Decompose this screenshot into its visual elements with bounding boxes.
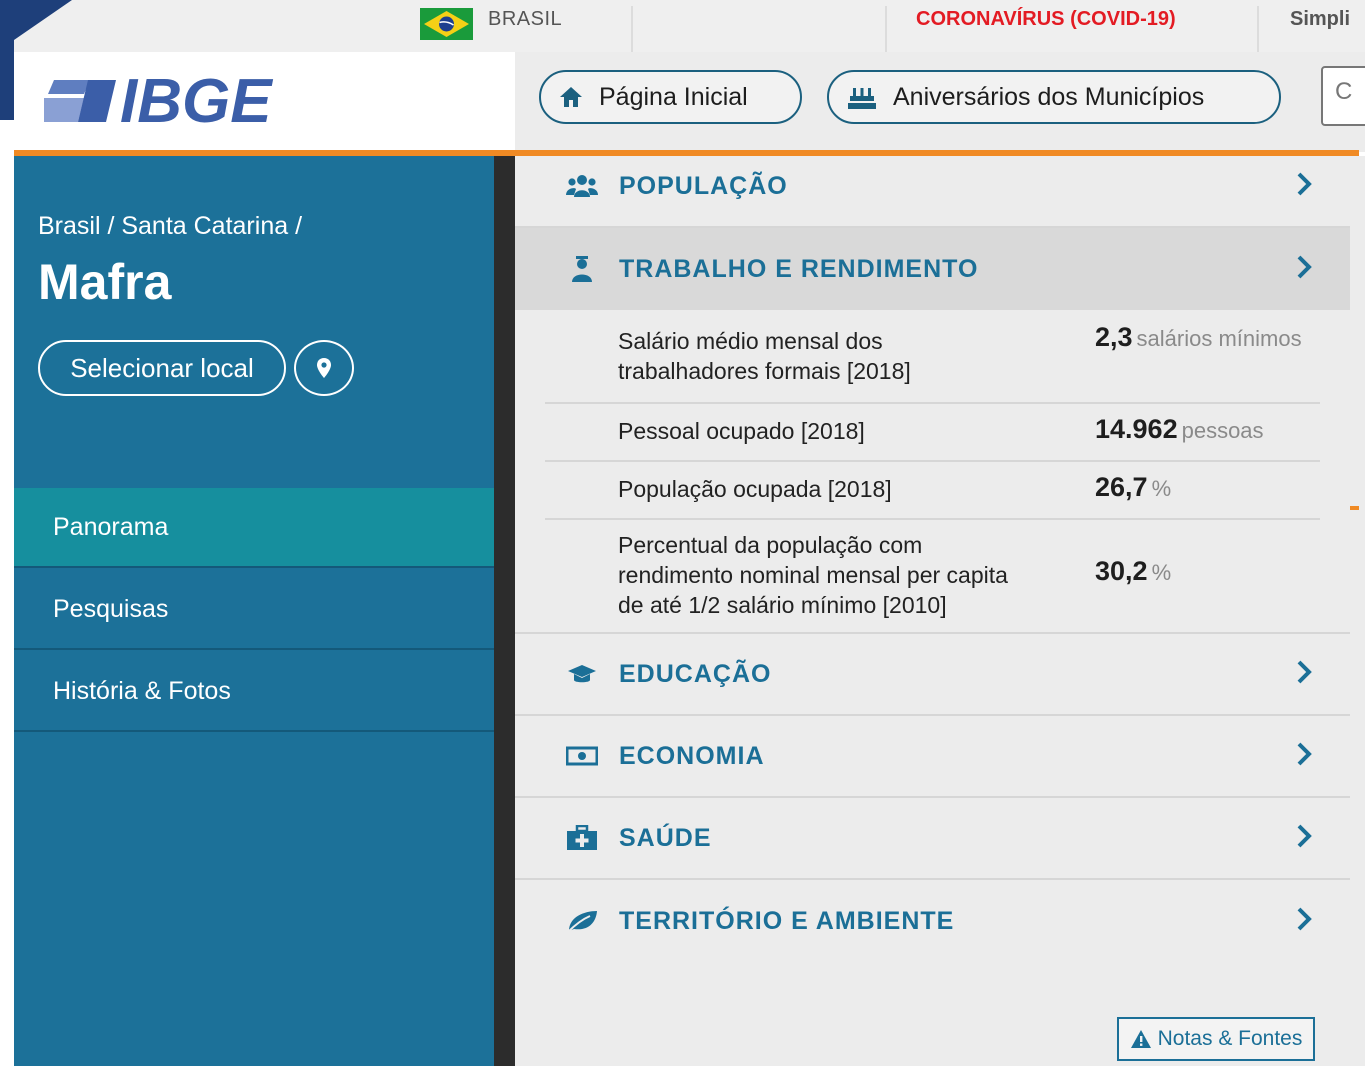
home-button[interactable]: Página Inicial bbox=[539, 70, 802, 124]
warning-icon bbox=[1130, 1030, 1151, 1048]
graduation-cap-icon bbox=[565, 659, 599, 689]
logo-text: IBGE bbox=[120, 70, 273, 132]
location-pin-button[interactable] bbox=[294, 340, 354, 396]
indicator-unit: % bbox=[1151, 476, 1172, 501]
chevron-right-icon bbox=[1295, 171, 1313, 202]
search-input[interactable]: C bbox=[1321, 66, 1365, 126]
brazil-flag-icon bbox=[420, 8, 473, 40]
map-pin-icon bbox=[317, 358, 331, 378]
indicator-label: Pessoal ocupado [2018] bbox=[618, 416, 865, 446]
corner-shape-icon bbox=[0, 0, 95, 120]
sidebar-item-pesquisas[interactable]: Pesquisas bbox=[14, 570, 494, 650]
indicator-number: 14.962 bbox=[1095, 414, 1178, 444]
home-label: Página Inicial bbox=[599, 82, 748, 111]
category-populacao[interactable]: POPULAÇÃO bbox=[515, 146, 1350, 228]
birthday-cake-icon bbox=[847, 84, 877, 110]
anniversaries-label: Aniversários dos Municípios bbox=[893, 82, 1205, 111]
category-educacao[interactable]: EDUCAÇÃO bbox=[515, 632, 1350, 716]
indicator-unit: % bbox=[1151, 560, 1172, 585]
indicator-label: População ocupada [2018] bbox=[618, 474, 892, 504]
chevron-right-icon bbox=[1295, 741, 1313, 772]
sidebar-item-historia-fotos[interactable]: História & Fotos bbox=[14, 652, 494, 732]
category-territorio-ambiente[interactable]: TERRITÓRIO E AMBIENTE bbox=[515, 880, 1350, 962]
category-label: SAÚDE bbox=[619, 823, 712, 852]
divider bbox=[631, 6, 633, 52]
medkit-icon bbox=[565, 823, 599, 853]
indicator-unit: pessoas bbox=[1181, 418, 1264, 443]
indicator-value: 14.962 pessoas bbox=[1095, 414, 1264, 445]
indicator-value: 2,3 salários mínimos bbox=[1095, 322, 1302, 353]
indicator-label-line: de até 1/2 salário mínimo [2010] bbox=[618, 592, 947, 618]
sidebar-item-label: Panorama bbox=[53, 512, 169, 541]
city-title: Mafra bbox=[38, 254, 172, 310]
select-location-button[interactable]: Selecionar local bbox=[38, 340, 286, 396]
indicator-label-line: rendimento nominal mensal per capita bbox=[618, 562, 1008, 588]
indicator-label-line: Percentual da população com bbox=[618, 532, 923, 558]
worker-icon bbox=[565, 254, 599, 284]
select-location-label: Selecionar local bbox=[70, 352, 254, 383]
chevron-right-icon bbox=[1295, 823, 1313, 854]
divider bbox=[1257, 6, 1259, 52]
breadcrumb[interactable]: Brasil / Santa Catarina / bbox=[38, 212, 302, 241]
leaf-icon bbox=[565, 906, 599, 936]
accent-tick bbox=[1350, 506, 1359, 510]
anniversaries-button[interactable]: Aniversários dos Municípios bbox=[827, 70, 1281, 124]
category-label: POPULAÇÃO bbox=[619, 171, 788, 200]
indicator-label-line: Pessoal ocupado [2018] bbox=[618, 418, 865, 444]
chevron-right-icon bbox=[1295, 906, 1313, 937]
notes-sources-button[interactable]: Notas & Fontes bbox=[1117, 1017, 1315, 1061]
indicator-label-line: População ocupada [2018] bbox=[618, 476, 892, 502]
category-label: TRABALHO E RENDIMENTO bbox=[619, 254, 979, 283]
sidebar-edge bbox=[494, 156, 515, 1066]
indicator-unit: salários mínimos bbox=[1136, 326, 1302, 351]
chevron-right-icon bbox=[1295, 659, 1313, 690]
covid-link[interactable]: CORONAVÍRUS (COVID-19) bbox=[916, 8, 1176, 31]
chevron-right-icon bbox=[1295, 254, 1313, 285]
category-trabalho-rendimento[interactable]: TRABALHO E RENDIMENTO bbox=[515, 228, 1350, 310]
category-label: ECONOMIA bbox=[619, 741, 765, 770]
notes-sources-label: Notas & Fontes bbox=[1157, 1027, 1303, 1050]
indicator-label: Percentual da população com rendimento n… bbox=[618, 530, 1008, 620]
indicator-label-line: trabalhadores formais [2018] bbox=[618, 358, 911, 384]
category-saude[interactable]: SAÚDE bbox=[515, 798, 1350, 880]
simplifique-link[interactable]: Simpli bbox=[1290, 8, 1350, 31]
indicator-number: 2,3 bbox=[1095, 322, 1133, 352]
home-icon bbox=[559, 86, 583, 108]
category-economia[interactable]: ECONOMIA bbox=[515, 716, 1350, 798]
top-bar: BRASIL CORONAVÍRUS (COVID-19) Simpli bbox=[0, 0, 1365, 53]
category-label: EDUCAÇÃO bbox=[619, 659, 772, 688]
indicator-number: 30,2 bbox=[1095, 556, 1148, 586]
sidebar-item-panorama[interactable]: Panorama bbox=[14, 488, 494, 568]
indicator-value: 26,7% bbox=[1095, 472, 1171, 503]
sidebar-item-label: História & Fotos bbox=[53, 676, 231, 705]
indicator-label-line: Salário médio mensal dos bbox=[618, 328, 883, 354]
people-icon bbox=[565, 171, 599, 201]
money-icon bbox=[565, 741, 599, 771]
indicator-number: 26,7 bbox=[1095, 472, 1148, 502]
indicator-value: 30,2% bbox=[1095, 556, 1171, 587]
divider bbox=[885, 6, 887, 52]
country-link[interactable]: BRASIL bbox=[488, 8, 562, 31]
sidebar-item-label: Pesquisas bbox=[53, 594, 169, 623]
category-label: TERRITÓRIO E AMBIENTE bbox=[619, 906, 955, 935]
indicator-label: Salário médio mensal dos trabalhadores f… bbox=[618, 326, 911, 386]
